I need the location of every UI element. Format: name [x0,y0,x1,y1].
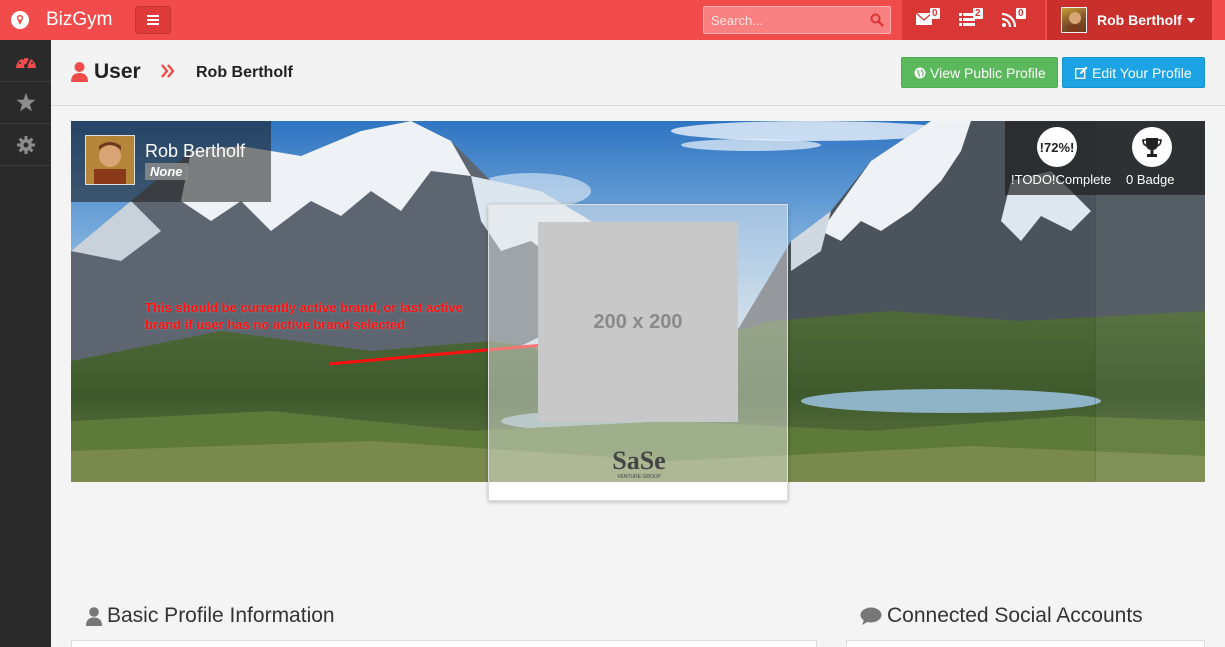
tasks-count-badge: 2 [973,8,983,19]
profile-name: Rob Bertholf [145,141,246,161]
completion-label: !TODO!Complete [1011,172,1112,187]
user-icon [86,606,102,626]
trophy-icon [1142,138,1162,157]
menu-toggle-button[interactable] [135,6,171,34]
user-menu-dropdown[interactable]: Rob Bertholf [1047,0,1212,40]
globe-icon [914,67,926,78]
chat-bubble-icon [860,607,882,625]
logo-icon [11,11,29,29]
breadcrumb[interactable]: Rob Bertholf [196,64,293,82]
completion-circle: !72%! [1037,127,1077,167]
view-public-profile-button[interactable]: View Public Profile [901,57,1058,88]
search-icon[interactable] [870,13,884,27]
chevron-down-icon [1187,18,1195,23]
sidebar-item-settings[interactable] [0,124,51,166]
rss-icon [1002,13,1016,27]
social-accounts-section-title: Connected Social Accounts [860,604,1143,628]
feed-count-badge: 0 [1016,8,1026,19]
badge-label: 0 Badge [1126,172,1175,187]
brand-logo-card[interactable]: 200 x 200 SaSe VENTURE GROUP [488,204,788,501]
notifications-area: 0 2 0 [902,0,1045,40]
user-icon [71,62,88,82]
page-header: User Rob Bertholf View Public Profile Ed… [51,40,1225,106]
sidebar-item-dashboard[interactable] [0,40,51,82]
brand-logo[interactable]: BizGym [0,0,130,40]
hamburger-icon [147,15,159,25]
top-navbar: BizGym 0 2 [0,0,1225,40]
profile-avatar[interactable] [85,135,135,185]
brand-name[interactable]: BizGym [46,9,113,31]
feed-notification[interactable]: 0 [1002,8,1032,32]
social-accounts-panel [846,640,1205,647]
gear-icon [16,135,35,154]
edit-profile-label: Edit Your Profile [1092,64,1192,81]
view-public-profile-label: View Public Profile [930,64,1046,81]
basic-profile-title-text: Basic Profile Information [107,604,335,627]
user-avatar [1061,7,1087,33]
basic-profile-panel [71,640,817,647]
tasks-notification[interactable]: 2 [959,8,989,32]
edit-profile-button[interactable]: Edit Your Profile [1062,57,1205,88]
sase-logo-text: SaSe [612,446,665,475]
brand-logo-card-footer [489,482,787,500]
profile-stats: !72%! !TODO!Complete 0 Badge [1005,121,1205,195]
user-avatar-image [1067,12,1083,32]
profile-summary: Rob Bertholf None [71,121,271,202]
messages-count-badge: 0 [930,8,940,19]
search-box [703,6,891,34]
edit-icon [1075,66,1088,79]
search-input[interactable] [704,7,864,33]
badge-circle[interactable] [1132,127,1172,167]
sase-logo-subtext: VENTURE GROUP [617,474,661,480]
messages-notification[interactable]: 0 [916,8,946,32]
basic-profile-section-title: Basic Profile Information [86,604,335,628]
sidebar [0,40,51,647]
double-chevron-right-icon [161,64,175,78]
brand-logo-placeholder: 200 x 200 [538,222,738,422]
sidebar-item-favorites[interactable] [0,82,51,124]
social-accounts-title-text: Connected Social Accounts [887,604,1143,627]
profile-avatar-image [86,136,134,184]
page-title: User [94,60,141,83]
sase-logo: SaSe VENTURE GROUP [612,446,665,480]
star-icon [16,93,35,112]
active-brand-badge: None [145,163,188,180]
annotation-note: This should be currently active brand, o… [145,300,463,332]
user-name: Rob Bertholf [1097,12,1182,28]
dashboard-icon [15,56,36,68]
